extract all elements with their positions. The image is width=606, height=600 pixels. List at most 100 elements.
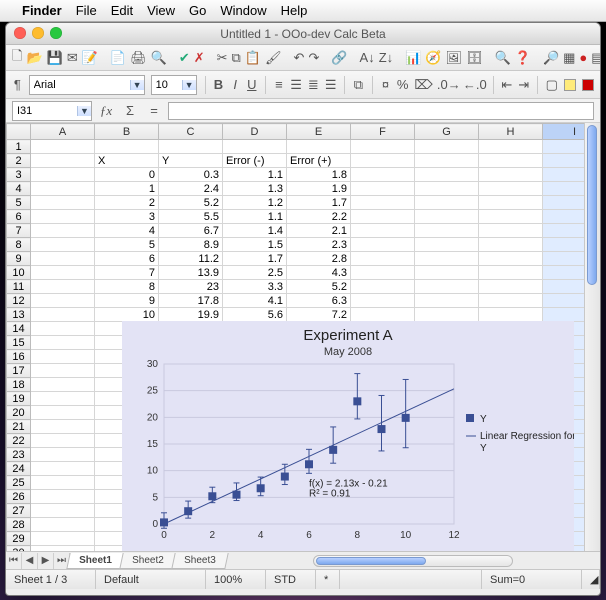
cell-D5[interactable]: 1.2	[223, 196, 287, 210]
new-icon[interactable]: 🗋	[12, 48, 22, 68]
col-header-C[interactable]: C	[159, 124, 223, 140]
cell-D13[interactable]: 5.6	[223, 308, 287, 322]
go-menu[interactable]: Go	[189, 3, 206, 18]
dropdown-icon[interactable]: ▼	[130, 80, 144, 90]
cell-B1[interactable]	[95, 140, 159, 154]
row-header-17[interactable]: 17	[7, 364, 31, 378]
cell-A30[interactable]	[31, 546, 95, 552]
cell-A11[interactable]	[31, 280, 95, 294]
cell-F12[interactable]	[351, 294, 415, 308]
cell-E9[interactable]: 2.8	[287, 252, 351, 266]
spellcheck-icon[interactable]: ✔	[179, 48, 190, 68]
row-header-16[interactable]: 16	[7, 350, 31, 364]
cell-G13[interactable]	[415, 308, 479, 322]
remove-decimal-icon[interactable]: ←.0	[465, 75, 485, 95]
cell-C4[interactable]: 2.4	[159, 182, 223, 196]
cell-E1[interactable]	[287, 140, 351, 154]
gallery-icon[interactable]: 🖼	[446, 48, 463, 68]
tab-sheet1[interactable]: Sheet1	[66, 553, 124, 569]
row-header-20[interactable]: 20	[7, 406, 31, 420]
status-zoom[interactable]: 100%	[206, 570, 266, 589]
cell-D7[interactable]: 1.4	[223, 224, 287, 238]
row-header-10[interactable]: 10	[7, 266, 31, 280]
cell-G3[interactable]	[415, 168, 479, 182]
increase-indent-icon[interactable]: ⇥	[518, 75, 529, 95]
cell-B11[interactable]: 8	[95, 280, 159, 294]
record-icon[interactable]: ●	[579, 48, 587, 68]
cell-D6[interactable]: 1.1	[223, 210, 287, 224]
undo-icon[interactable]: ↶	[294, 48, 305, 68]
cell-E4[interactable]: 1.9	[287, 182, 351, 196]
dropdown-icon[interactable]: ▼	[182, 80, 196, 90]
row-header-5[interactable]: 5	[7, 196, 31, 210]
vertical-scrollbar[interactable]	[584, 123, 600, 551]
cell-C2[interactable]: Y	[159, 154, 223, 168]
cell-C3[interactable]: 0.3	[159, 168, 223, 182]
cell-A22[interactable]	[31, 434, 95, 448]
tab-next-icon[interactable]: ▶	[38, 553, 54, 569]
cell-G2[interactable]	[415, 154, 479, 168]
cell-G1[interactable]	[415, 140, 479, 154]
cell-A26[interactable]	[31, 490, 95, 504]
cell-A3[interactable]	[31, 168, 95, 182]
window-menu[interactable]: Window	[220, 3, 266, 18]
align-justify-icon[interactable]: ☰	[325, 75, 337, 95]
row-header-26[interactable]: 26	[7, 490, 31, 504]
percent-icon[interactable]: %	[397, 75, 409, 95]
cell-A29[interactable]	[31, 532, 95, 546]
cell-A27[interactable]	[31, 504, 95, 518]
cell-A24[interactable]	[31, 462, 95, 476]
align-center-icon[interactable]: ☰	[290, 75, 302, 95]
decrease-indent-icon[interactable]: ⇤	[501, 75, 512, 95]
fontcolor-icon[interactable]	[582, 75, 594, 95]
cell-A6[interactable]	[31, 210, 95, 224]
cell-F9[interactable]	[351, 252, 415, 266]
chart-icon[interactable]: 📊	[405, 48, 421, 68]
cell-H9[interactable]	[479, 252, 543, 266]
cell-H5[interactable]	[479, 196, 543, 210]
cell-H8[interactable]	[479, 238, 543, 252]
cell-A17[interactable]	[31, 364, 95, 378]
copy-icon[interactable]: ⧉	[232, 48, 241, 68]
scrollbar-thumb[interactable]	[316, 557, 426, 565]
cell-A1[interactable]	[31, 140, 95, 154]
cell-H6[interactable]	[479, 210, 543, 224]
cell-F5[interactable]	[351, 196, 415, 210]
embedded-chart[interactable]: Experiment A May 2008 051015202530024681…	[122, 321, 574, 551]
cell-A2[interactable]	[31, 154, 95, 168]
row-header-25[interactable]: 25	[7, 476, 31, 490]
cell-C11[interactable]: 23	[159, 280, 223, 294]
row-header-22[interactable]: 22	[7, 434, 31, 448]
formula-input[interactable]	[168, 102, 594, 120]
cell-C6[interactable]: 5.5	[159, 210, 223, 224]
cell-B13[interactable]: 10	[95, 308, 159, 322]
cell-F2[interactable]	[351, 154, 415, 168]
save-icon[interactable]: 💾	[47, 48, 63, 68]
app-menu[interactable]: Finder	[22, 3, 62, 18]
cell-C5[interactable]: 5.2	[159, 196, 223, 210]
grid-icon[interactable]: ▤	[591, 48, 601, 68]
cell-A16[interactable]	[31, 350, 95, 364]
bgcolor-icon[interactable]	[564, 75, 576, 95]
edit-menu[interactable]: Edit	[111, 3, 133, 18]
row-header-6[interactable]: 6	[7, 210, 31, 224]
cell-B10[interactable]: 7	[95, 266, 159, 280]
mail-icon[interactable]: ✉	[67, 48, 78, 68]
tab-prev-icon[interactable]: ◀	[22, 553, 38, 569]
row-header-12[interactable]: 12	[7, 294, 31, 308]
cell-B12[interactable]: 9	[95, 294, 159, 308]
row-header-15[interactable]: 15	[7, 336, 31, 350]
font-size-combo[interactable]: ▼	[151, 75, 197, 95]
cell-F4[interactable]	[351, 182, 415, 196]
cell-reference-combo[interactable]: ▼	[12, 101, 92, 121]
standard-fmt-icon[interactable]: ⌦	[414, 75, 432, 95]
cell-G4[interactable]	[415, 182, 479, 196]
cell-B7[interactable]: 4	[95, 224, 159, 238]
row-header-8[interactable]: 8	[7, 238, 31, 252]
tab-sheet2[interactable]: Sheet2	[119, 553, 176, 569]
cell-A21[interactable]	[31, 420, 95, 434]
resize-grip-icon[interactable]: ◢	[582, 570, 600, 589]
add-decimal-icon[interactable]: .0→	[439, 75, 459, 95]
row-header-14[interactable]: 14	[7, 322, 31, 336]
sum-icon[interactable]: Σ	[120, 101, 140, 121]
